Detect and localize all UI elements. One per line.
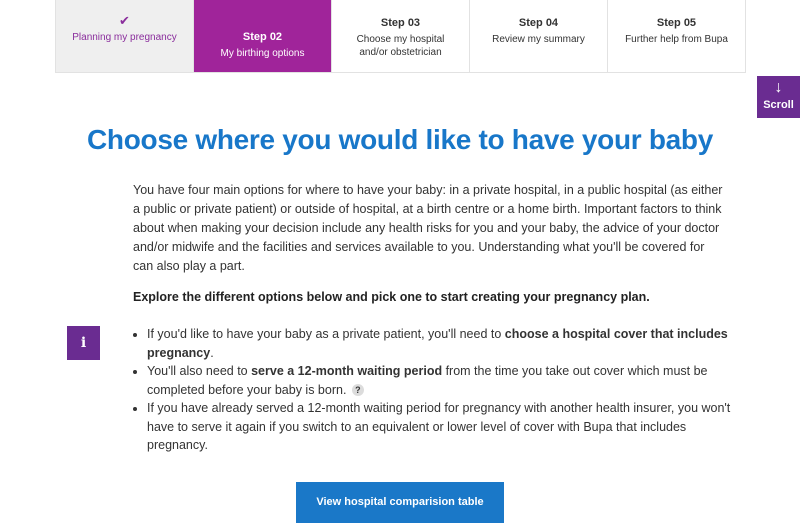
bullet-text: If you'd like to have your baby as a pri… [147, 327, 505, 341]
step-desc: Planning my pregnancy [72, 32, 177, 43]
scroll-button[interactable]: ↓ Scroll [757, 76, 800, 118]
step-desc: Further help from Bupa [625, 34, 728, 45]
step-02-birthing-options[interactable]: Step 02 My birthing options [193, 0, 331, 72]
info-icon: i [67, 326, 100, 360]
page-title: Choose where you would like to have your… [87, 124, 713, 155]
view-comparison-table-button[interactable]: View hospital comparision table [296, 482, 504, 523]
bullet-emphasis: serve a 12-month waiting period [251, 364, 443, 378]
step-label: Step 03 [380, 17, 421, 29]
step-05-further-help[interactable]: Step 05 Further help from Bupa [607, 0, 745, 72]
list-item: You'll also need to serve a 12-month wai… [147, 362, 747, 399]
list-item: If you'd like to have your baby as a pri… [147, 325, 747, 362]
step-desc: My birthing options [220, 48, 305, 59]
step-label: Step 02 [242, 31, 283, 43]
bullet-text: You'll also need to [147, 364, 252, 378]
step-label: Step 04 [518, 17, 559, 29]
help-icon[interactable]: ? [351, 383, 364, 396]
step-01-planning[interactable]: ✔ Planning my pregnancy [55, 0, 193, 72]
list-item: If you have already served a 12-month wa… [147, 399, 747, 455]
explore-instruction: Explore the different options below and … [133, 290, 650, 304]
bullet-text: . [210, 345, 214, 360]
arrow-down-icon: ↓ [774, 79, 783, 96]
check-icon: ✔ [119, 13, 130, 28]
step-desc: Review my summary [492, 34, 585, 45]
scroll-label: Scroll [763, 99, 794, 111]
info-bullet-list: If you'd like to have your baby as a pri… [133, 325, 747, 455]
intro-paragraph: You have four main options for where to … [133, 183, 723, 273]
step-04-review-summary[interactable]: Step 04 Review my summary [469, 0, 607, 72]
bullet-text: If you have already served a 12-month wa… [147, 401, 731, 452]
step-label: Step 05 [656, 17, 697, 29]
step-03-choose-hospital[interactable]: Step 03 Choose my hospital and/or obstet… [331, 0, 469, 72]
progress-steps: ✔ Planning my pregnancy Step 02 My birth… [55, 0, 746, 73]
step-desc: Choose my hospital and/or obstetrician [356, 34, 445, 58]
